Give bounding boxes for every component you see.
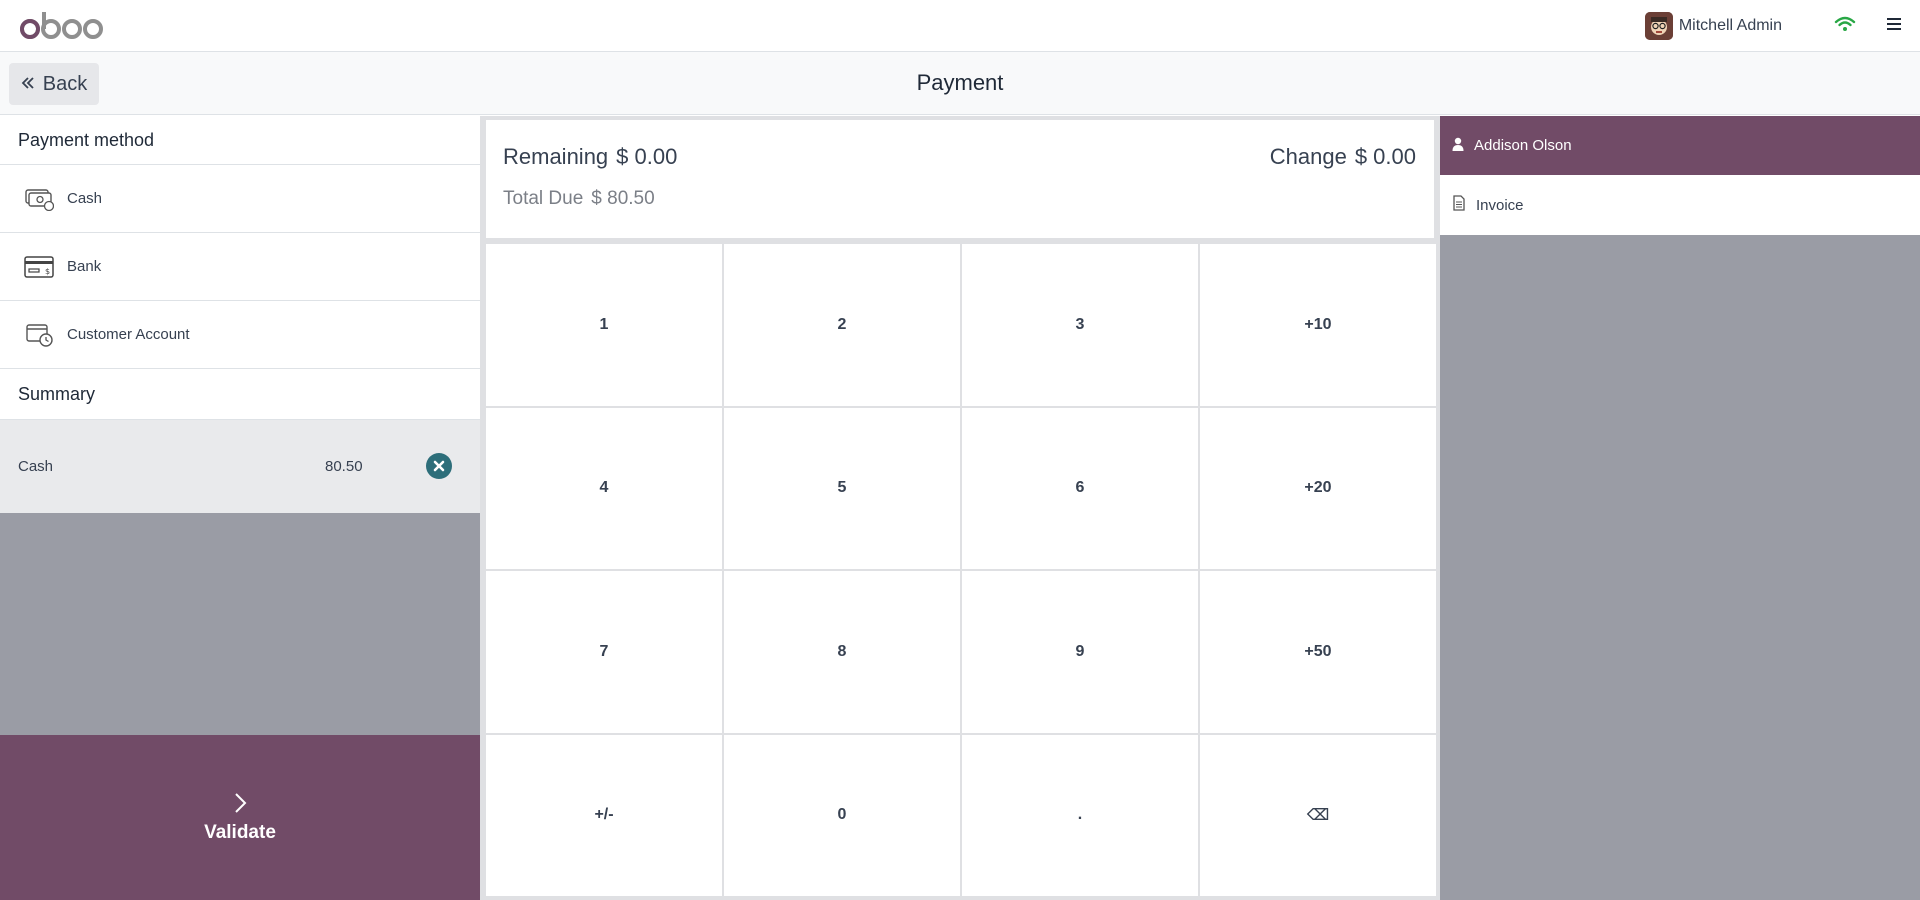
numpad-key-8[interactable]: 8: [724, 571, 960, 733]
user-menu[interactable]: Mitchell Admin: [1644, 12, 1782, 40]
cash-icon: [22, 184, 56, 214]
validate-button[interactable]: Validate: [0, 735, 480, 900]
numpad-key-plus-20[interactable]: +20: [1200, 407, 1436, 569]
customer-account-icon: [22, 320, 56, 350]
numpad-key-7[interactable]: 7: [486, 571, 722, 733]
total-due: Total Due $ 80.50: [503, 188, 655, 210]
payment-method-bank[interactable]: $ Bank: [0, 233, 480, 301]
total-due-label: Total Due: [503, 188, 584, 209]
change-label: Change: [1269, 144, 1347, 169]
user-icon: [1452, 137, 1464, 155]
payment-method-cash[interactable]: Cash: [0, 165, 480, 233]
numpad-key-0[interactable]: 0: [724, 734, 960, 896]
remaining-label: Remaining: [503, 144, 609, 169]
numpad-key-backspace-icon[interactable]: ⌫: [1200, 734, 1436, 896]
payment-line[interactable]: Cash 80.50: [0, 420, 480, 513]
payment-method-label: Customer Account: [67, 326, 190, 343]
odoo-logo[interactable]: [20, 10, 104, 42]
payment-line-amount: 80.50: [325, 458, 363, 475]
numpad: 1 2 3 +10 4 5 6 +20 7 8 9 +50 +/- 0 . ⌫: [486, 244, 1436, 896]
payment-line-method: Cash: [18, 458, 54, 475]
payment-method-customer-account[interactable]: Customer Account: [0, 301, 480, 369]
numpad-key-plus-minus[interactable]: +/-: [486, 734, 722, 896]
avatar-icon: [1644, 12, 1673, 40]
payment-method-label: Bank: [67, 258, 102, 275]
invoice-toggle[interactable]: Invoice: [1440, 175, 1920, 235]
change-amount: Change $ 0.00: [1270, 144, 1416, 170]
remaining-value: $ 0.00: [616, 144, 678, 169]
hamburger-menu-icon[interactable]: [1884, 14, 1904, 34]
validate-label: Validate: [204, 821, 276, 843]
numpad-key-4[interactable]: 4: [486, 407, 722, 569]
total-due-value: $ 80.50: [591, 188, 655, 209]
numpad-key-1[interactable]: 1: [486, 244, 722, 406]
invoice-label: Invoice: [1476, 196, 1524, 214]
payment-method-label: Cash: [67, 190, 103, 207]
numpad-key-plus-10[interactable]: +10: [1200, 244, 1436, 406]
customer-name: Addison Olson: [1474, 137, 1572, 154]
remove-payment-line-button[interactable]: [426, 453, 452, 479]
odoo-logo-icon: [20, 12, 103, 39]
user-name: Mitchell Admin: [1678, 17, 1782, 34]
customer-button[interactable]: Addison Olson: [1440, 116, 1920, 175]
remaining-amount: Remaining $ 0.00: [503, 144, 677, 170]
numpad-key-6[interactable]: 6: [962, 407, 1198, 569]
numpad-key-plus-50[interactable]: +50: [1200, 571, 1436, 733]
payment-center-panel: Remaining $ 0.00 Change $ 0.00 Total Due $ …: [480, 116, 1440, 900]
wifi-icon[interactable]: [1834, 14, 1856, 34]
change-value: $ 0.00: [1354, 144, 1416, 169]
numpad-key-decimal[interactable]: .: [962, 734, 1198, 896]
numpad-key-5[interactable]: 5: [724, 407, 960, 569]
summary-title: Summary: [0, 369, 480, 420]
top-navbar: Mitchell Admin: [0, 0, 1920, 52]
svg-text:$: $: [45, 267, 50, 276]
payment-status: Remaining $ 0.00 Change $ 0.00 Total Due $ …: [486, 120, 1434, 238]
avatar: [1644, 12, 1673, 40]
numpad-key-9[interactable]: 9: [962, 571, 1198, 733]
numpad-key-2[interactable]: 2: [724, 244, 960, 406]
close-icon: [433, 460, 445, 472]
payment-header: Back Payment: [0, 52, 1920, 115]
chevron-right-icon: [232, 792, 248, 818]
bank-card-icon: $: [22, 252, 56, 282]
document-icon: [1452, 195, 1466, 215]
numpad-key-3[interactable]: 3: [962, 244, 1198, 406]
page-title: Payment: [916, 70, 1004, 95]
payment-method-title: Payment method: [0, 116, 480, 165]
customer-panel: Addison Olson Invoice: [1440, 116, 1920, 900]
payment-methods-panel: Payment method Cash $ Bank Customer Acco…: [0, 116, 480, 900]
